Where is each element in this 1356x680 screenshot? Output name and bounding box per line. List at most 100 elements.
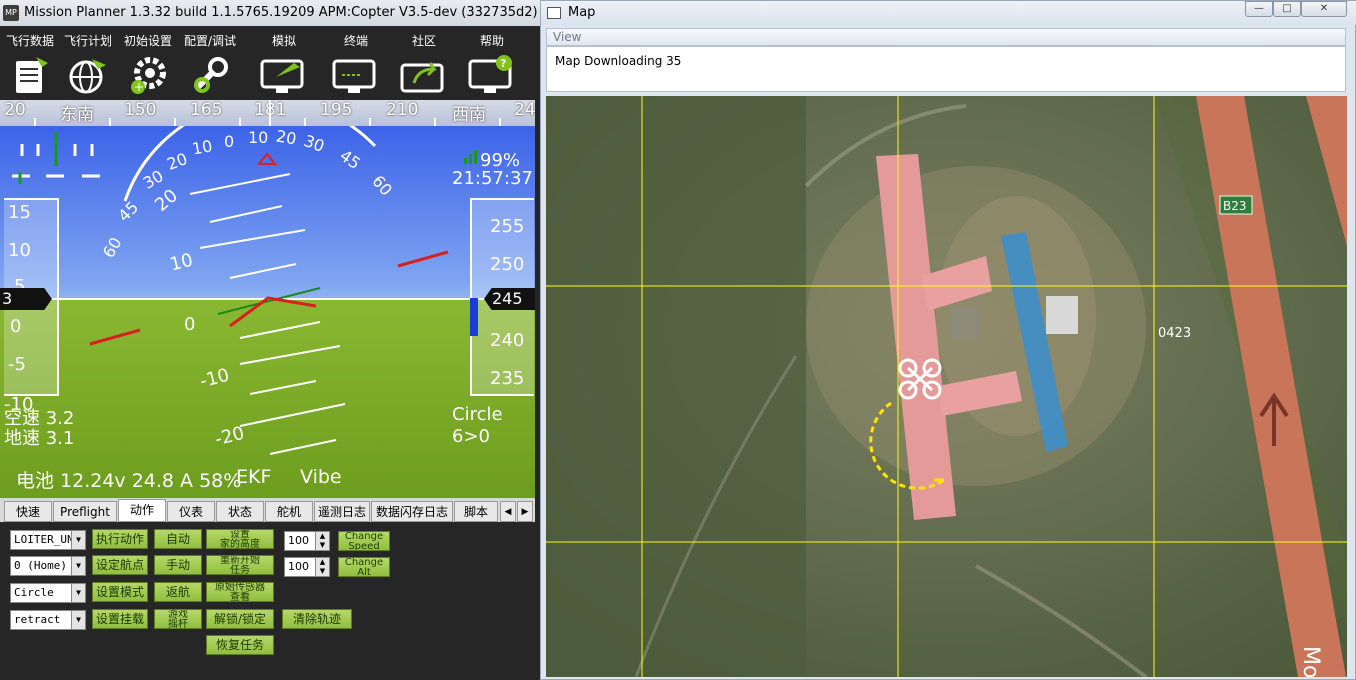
set-mount-button[interactable]: 设置挂载 bbox=[92, 609, 148, 629]
view-menu-label: View bbox=[553, 30, 582, 44]
set-waypoint-button[interactable]: 设定航点 bbox=[92, 555, 148, 575]
attitude-hud: 20 10 0 -10 -20 60 45 30 20 10 0 10 20 3… bbox=[0, 126, 535, 498]
mode-select-value: Circle bbox=[14, 586, 54, 599]
pitch-label: 0 bbox=[184, 314, 196, 335]
speed-readout: 3 bbox=[0, 288, 52, 310]
altitude-readout: 245 bbox=[484, 288, 535, 310]
do-action-button[interactable]: 执行动作 bbox=[92, 529, 148, 549]
map-window: Map — □ ✕ View Map Downloading 35 B23 04… bbox=[540, 0, 1356, 680]
restart-mission-button[interactable]: 重新开始 任务 bbox=[206, 555, 274, 575]
tab-scroll-left-icon[interactable]: ◀ bbox=[500, 501, 516, 522]
tab-dataflash-logs[interactable]: 数据闪存日志 bbox=[371, 501, 453, 522]
roll-label: 0 bbox=[224, 132, 235, 151]
map-status-text: Map Downloading 35 bbox=[555, 54, 682, 68]
ekf-status[interactable]: EKF bbox=[236, 466, 271, 488]
tab-gauges[interactable]: 仪表 bbox=[167, 501, 215, 522]
alt-spinner[interactable]: 100 ▲ ▼ bbox=[284, 557, 330, 577]
aircraft-symbol bbox=[229, 296, 317, 328]
joystick-button[interactable]: 游戏 摇杆 bbox=[154, 609, 202, 629]
tab-preflight[interactable]: Preflight bbox=[53, 501, 117, 522]
map-status-box: Map Downloading 35 bbox=[546, 46, 1346, 92]
manual-button[interactable]: 手动 bbox=[154, 555, 202, 575]
menu-simulation[interactable]: 模拟 bbox=[254, 32, 314, 95]
svg-text:?: ? bbox=[500, 57, 506, 70]
menu-community[interactable]: 社区 bbox=[394, 32, 454, 95]
menu-label: 飞行计划 bbox=[63, 34, 112, 48]
map-imagery: B23 0423 Mo bbox=[546, 96, 1347, 677]
simulation-monitor-icon bbox=[260, 59, 304, 93]
heading-compass-strip: 20 东南 150 165 181 195 210 西南 24 bbox=[0, 100, 535, 126]
mount-select[interactable]: retract ▼ bbox=[10, 610, 86, 630]
help-monitor-icon: ? bbox=[468, 55, 512, 93]
tab-scripts[interactable]: 脚本 bbox=[454, 501, 498, 522]
alt-tape-value: 235 bbox=[490, 368, 525, 389]
actions-panel: LOITER_UN ▼ 0 (Home) ▼ Circle ▼ retract ▼ 执行… bbox=[4, 522, 532, 680]
hud-clock: 21:57:37 bbox=[452, 168, 533, 189]
edge-label: Mo bbox=[1298, 646, 1323, 677]
set-home-alt-button[interactable]: 设置 家的高度 bbox=[206, 529, 274, 549]
alt-spinner-value: 100 bbox=[288, 560, 309, 573]
maximize-icon[interactable]: □ bbox=[1273, 1, 1301, 17]
mount-select-value: retract bbox=[14, 613, 61, 626]
spinner-arrows-icon: ▲ ▼ bbox=[315, 558, 329, 576]
menu-label: 配置/调试 bbox=[183, 34, 237, 48]
resume-mission-button[interactable]: 恢复任务 bbox=[206, 635, 274, 655]
climb-rate-bar bbox=[470, 298, 478, 336]
menu-label: 初始设置 bbox=[123, 34, 172, 48]
vibe-status[interactable]: Vibe bbox=[300, 466, 342, 488]
menu-label: 社区 bbox=[411, 34, 436, 48]
speed-spinner-value: 100 bbox=[288, 534, 309, 547]
change-speed-button[interactable]: Change Speed bbox=[338, 531, 390, 551]
initial-setup-gear-icon: + bbox=[131, 57, 166, 94]
minimize-icon[interactable]: — bbox=[1245, 1, 1273, 17]
menu-config-tuning[interactable]: 配置/调试 bbox=[180, 32, 240, 95]
dropdown-arrow-icon: ▼ bbox=[71, 531, 85, 549]
heading-tick-marks bbox=[34, 100, 501, 126]
auto-button[interactable]: 自动 bbox=[154, 529, 202, 549]
tab-actions[interactable]: 动作 bbox=[118, 499, 166, 522]
map-view-menu[interactable]: View bbox=[546, 28, 1346, 46]
satellite-map[interactable]: B23 0423 Mo bbox=[546, 96, 1347, 677]
tab-scroll-right-icon[interactable]: ▶ bbox=[517, 501, 533, 522]
app-logo: MP bbox=[3, 5, 19, 21]
tab-status[interactable]: 状态 bbox=[216, 501, 264, 522]
app-title: Mission Planner 1.3.32 build 1.1.5765.19… bbox=[24, 5, 538, 20]
config-tuning-wrench-icon bbox=[193, 57, 228, 93]
map-title: Map bbox=[568, 5, 596, 20]
menu-initial-setup[interactable]: 初始设置 + bbox=[118, 32, 178, 95]
signal-bars-icon bbox=[464, 150, 477, 164]
waypoint-select[interactable]: 0 (Home) ▼ bbox=[10, 556, 86, 576]
pitch-zero-line bbox=[217, 287, 321, 315]
action-select[interactable]: LOITER_UN ▼ bbox=[10, 530, 86, 550]
set-mode-button[interactable]: 设置模式 bbox=[92, 582, 148, 602]
roll-label: 20 bbox=[274, 126, 298, 149]
clear-track-button[interactable]: 清除轨迹 bbox=[282, 609, 352, 629]
mode-select[interactable]: Circle ▼ bbox=[10, 583, 86, 603]
spinner-arrows-icon: ▲ ▼ bbox=[315, 532, 329, 550]
dropdown-arrow-icon: ▼ bbox=[71, 611, 85, 629]
arm-disarm-button[interactable]: 解锁/锁定 bbox=[206, 609, 274, 629]
action-select-value: LOITER_UN bbox=[14, 533, 74, 546]
speed-spinner[interactable]: 100 ▲ ▼ bbox=[284, 531, 330, 551]
alt-tape-value: 250 bbox=[490, 254, 525, 275]
menu-label: 帮助 bbox=[479, 34, 504, 48]
menu-flight-plan[interactable]: 飞行计划 bbox=[58, 32, 118, 95]
rtl-button[interactable]: 返航 bbox=[154, 582, 202, 602]
right-wing-bar bbox=[397, 250, 449, 268]
menu-flight-data[interactable]: 飞行数据 bbox=[0, 32, 60, 95]
raw-sensor-view-button[interactable]: 原始传感器 查看 bbox=[206, 582, 274, 602]
menu-label: 飞行数据 bbox=[5, 34, 54, 48]
menu-help[interactable]: 帮助 ? bbox=[462, 32, 522, 95]
dropdown-arrow-icon: ▼ bbox=[71, 584, 85, 602]
tab-servo[interactable]: 舵机 bbox=[265, 501, 313, 522]
tab-quick[interactable]: 快速 bbox=[4, 501, 52, 522]
waypoint-info: 6>0 bbox=[452, 426, 490, 447]
speed-tape-value: 15 bbox=[8, 202, 31, 223]
menu-terminal[interactable]: 终端 bbox=[326, 32, 386, 95]
speed-tape-value: 0 bbox=[10, 316, 22, 337]
change-alt-button[interactable]: Change Alt bbox=[338, 557, 390, 577]
tab-tlogs[interactable]: 遥测日志 bbox=[314, 501, 370, 522]
alt-tape-value: 240 bbox=[490, 330, 525, 351]
close-icon[interactable]: ✕ bbox=[1301, 1, 1347, 17]
waypoint-select-value: 0 (Home) bbox=[14, 559, 67, 572]
